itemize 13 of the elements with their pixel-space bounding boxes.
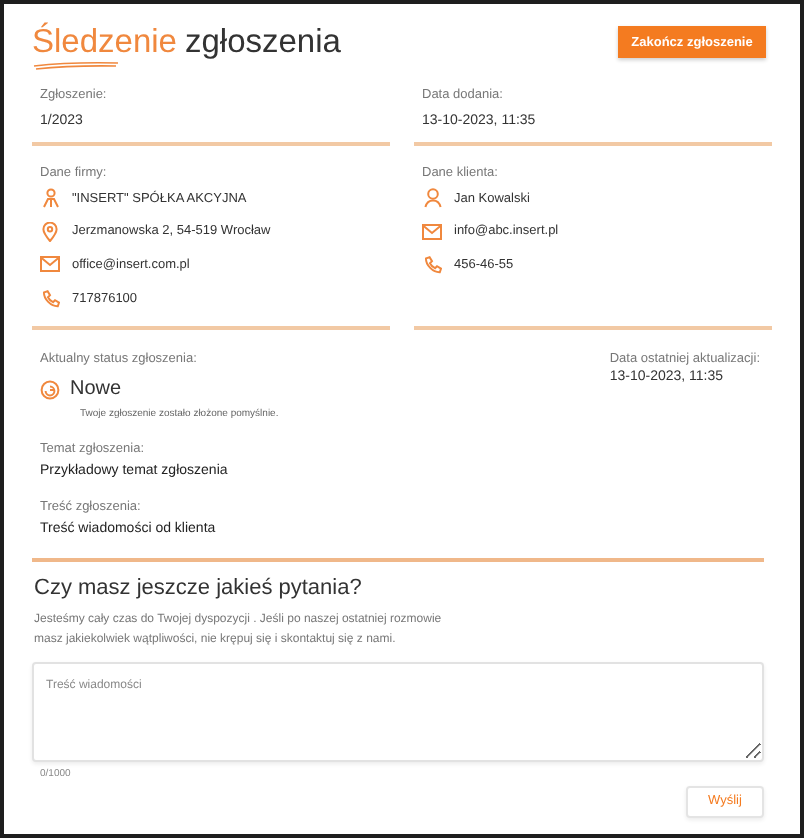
title-text: zgłoszenia: [184, 22, 341, 62]
people-icon: [41, 188, 59, 209]
envelope-icon: [422, 223, 442, 240]
phone-icon: [41, 289, 59, 308]
status-value: Nowe: [70, 378, 122, 401]
underline-scribble-icon: [32, 60, 120, 70]
status-icon: [40, 379, 60, 400]
title-highlight: Śledzenie: [32, 22, 177, 62]
phone-icon: [423, 255, 441, 274]
person-icon: [423, 188, 441, 209]
questions-heading: Czy masz jeszcze jakieś pytania?: [34, 573, 362, 602]
location-pin-icon: [42, 221, 58, 242]
envelope-icon: [40, 256, 60, 273]
